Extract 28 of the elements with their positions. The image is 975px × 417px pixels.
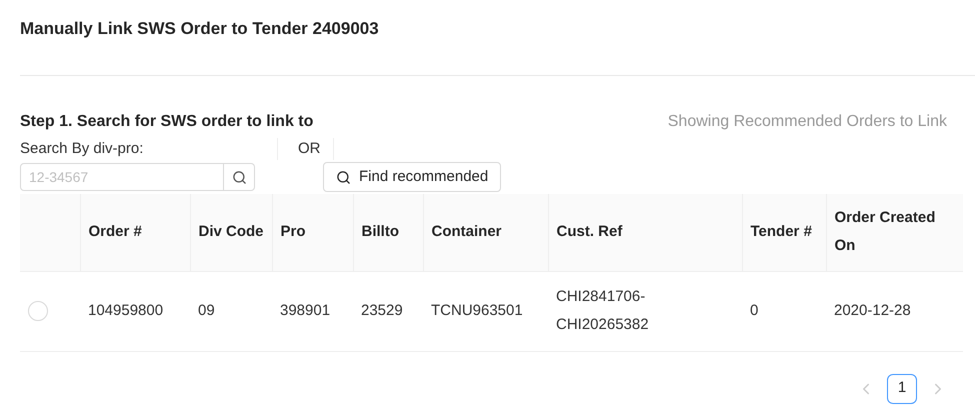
table-cell-text: 23529 xyxy=(361,301,403,321)
find-recommended-button[interactable]: Find recommended xyxy=(323,162,502,192)
dialog-title: Manually Link SWS Order to Tender 2409003 xyxy=(20,18,380,40)
table-cell-text: 104959800 xyxy=(88,301,164,321)
table-cell-text: TCNU963501 xyxy=(431,301,523,321)
column-header: Order Created On xyxy=(834,209,936,254)
column-header: Container xyxy=(432,223,502,240)
search-button[interactable] xyxy=(224,163,255,191)
table-cell-text: CHI2841706-CHI20265382 xyxy=(556,287,650,335)
column-header: Billto xyxy=(362,223,399,240)
search-icon xyxy=(232,170,246,184)
column-header: Div Code xyxy=(198,223,264,240)
column-header: Tender # xyxy=(750,223,812,240)
column-header: Cust. Ref xyxy=(556,223,622,240)
column-header: Order # xyxy=(88,223,142,240)
search-field[interactable]: 12-34567 xyxy=(20,163,224,191)
search-label: Search By div-pro: xyxy=(20,138,144,158)
search-icon xyxy=(336,170,351,184)
step-heading: Step 1. Search for SWS order to link to xyxy=(20,112,314,132)
table-cell-text: 398901 xyxy=(280,301,330,321)
column-header: Pro xyxy=(280,223,306,240)
table-cell-text: 0 xyxy=(750,301,758,321)
row-radio[interactable] xyxy=(28,301,48,321)
table-cell-text: 2020-12-28 xyxy=(834,301,911,321)
table-cell-text: 09 xyxy=(198,301,215,321)
or-text: OR xyxy=(277,138,334,160)
page-button[interactable]: 1 xyxy=(887,374,917,404)
status-text: Showing Recommended Orders to Link xyxy=(668,112,948,132)
